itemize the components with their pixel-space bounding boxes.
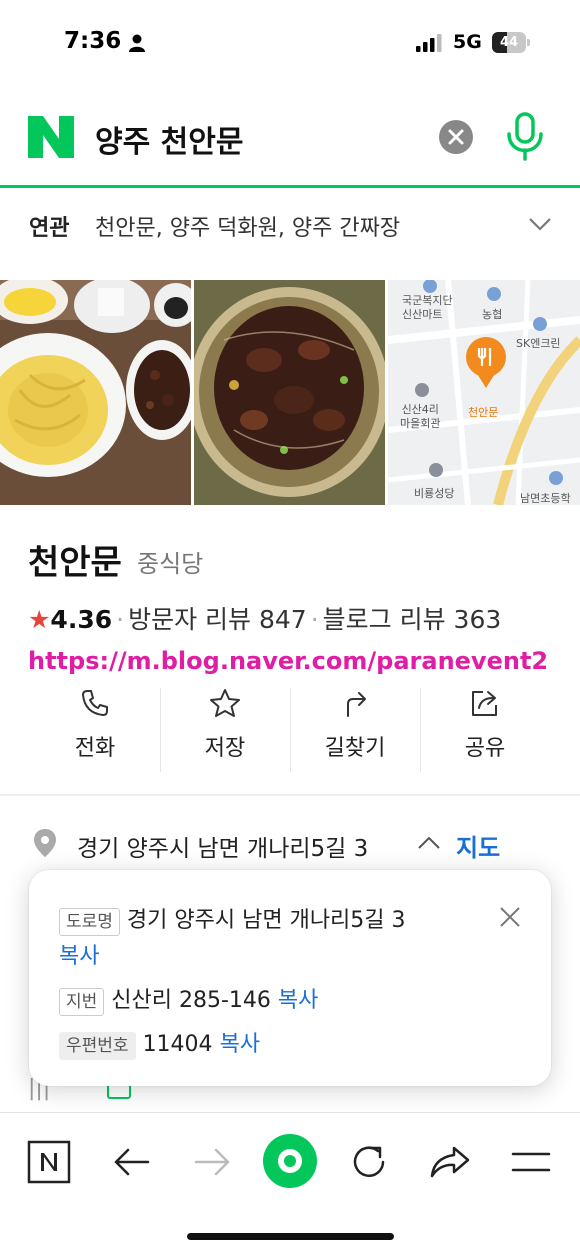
chevron-down-icon[interactable] — [528, 214, 552, 234]
map-label: 마을회관 — [400, 417, 441, 430]
save-button[interactable]: 저장 — [160, 688, 290, 774]
action-label: 저장 — [204, 736, 246, 761]
rating-stats: ★4.36 · 방문자 리뷰 847 · 블로그 리뷰 363 — [28, 605, 502, 634]
share-button[interactable]: 공유 — [420, 688, 550, 774]
close-icon — [448, 129, 464, 145]
map-label: 비룡성당 — [414, 487, 455, 500]
microphone-icon[interactable] — [505, 112, 545, 162]
signal-icon — [416, 34, 442, 52]
naver-logo-icon[interactable] — [28, 116, 74, 158]
star-icon: ★ — [28, 605, 51, 634]
person-icon — [129, 34, 145, 52]
search-input[interactable]: 양주 천안문 — [95, 117, 243, 161]
jibun-tag: 지번 — [59, 988, 105, 1016]
battery-icon: 44 — [492, 32, 530, 53]
road-address-tag: 도로명 — [59, 908, 120, 936]
copy-jibun-button[interactable]: 복사 — [278, 988, 318, 1013]
rating-value: 4.36 — [50, 605, 113, 634]
road-address: 경기 양주시 남면 개나리5길 3 — [126, 908, 406, 933]
map-label: 천안문 — [468, 406, 499, 419]
food-photo-noodles[interactable] — [0, 280, 191, 505]
map-label: 남면초등학 — [520, 492, 571, 505]
blog-reviews-link[interactable]: 블로그 리뷰 363 — [323, 605, 502, 634]
directions-icon — [347, 692, 366, 717]
section-divider — [0, 794, 580, 796]
star-outline-icon — [210, 689, 240, 717]
forward-arrow-icon[interactable] — [190, 1140, 234, 1184]
map-link[interactable]: 지도 — [456, 828, 500, 863]
visitor-reviews-link[interactable]: 방문자 리뷰 847 — [128, 605, 307, 634]
zip-tag: 우편번호 — [59, 1032, 136, 1060]
green-dot-button[interactable] — [263, 1134, 317, 1188]
location-pin-icon — [34, 829, 56, 857]
close-icon[interactable] — [499, 906, 521, 928]
related-label: 연관 — [29, 216, 70, 241]
clear-search-button[interactable] — [439, 120, 473, 154]
status-time: 7:36 — [64, 28, 122, 54]
action-label: 공유 — [464, 736, 506, 761]
map-label: 신산4리 — [401, 403, 439, 416]
copy-zip-button[interactable]: 복사 — [220, 1032, 260, 1057]
refresh-icon[interactable] — [347, 1140, 391, 1184]
share-arrow-icon[interactable] — [428, 1140, 472, 1184]
network-label: 5G — [453, 31, 482, 53]
phone-icon — [82, 690, 108, 716]
location-map[interactable]: 국군복지단 신산마트 농협 SK엔크린 신산4리 마을회관 천안문 비룡성당 남… — [388, 280, 580, 505]
chevron-up-icon[interactable] — [417, 835, 441, 851]
home-indicator — [187, 1233, 394, 1240]
blog-link[interactable]: https://m.blog.naver.com/paranevent2 — [28, 647, 548, 675]
map-label: SK엔크린 — [516, 337, 561, 350]
zip-code: 11404 — [142, 1032, 213, 1057]
call-button[interactable]: 전화 — [30, 688, 160, 774]
back-arrow-icon[interactable] — [110, 1140, 154, 1184]
search-underline — [0, 185, 580, 188]
address-text[interactable]: 경기 양주시 남면 개나리5길 3 — [77, 829, 368, 863]
map-label: 농협 — [482, 308, 503, 321]
copy-road-address-button[interactable]: 복사 — [59, 944, 99, 969]
menu-icon[interactable] — [509, 1140, 553, 1184]
map-label: 신산마트 — [402, 308, 443, 321]
action-label: 전화 — [74, 736, 116, 761]
address-popup: 도로명 경기 양주시 남면 개나리5길 3 복사 지번 신산리 285-146 … — [29, 870, 551, 1086]
map-label: 국군복지단 — [402, 294, 453, 307]
jibun-address: 신산리 285-146 — [111, 988, 271, 1013]
related-searches[interactable]: 천안문, 양주 덕화원, 양주 간짜장 — [95, 210, 400, 242]
action-label: 길찾기 — [324, 736, 386, 761]
share-icon — [472, 691, 497, 716]
food-photo-jjajang[interactable] — [194, 280, 385, 505]
battery-level: 44 — [499, 35, 519, 50]
place-name: 천안문 — [28, 543, 122, 583]
naver-home-icon[interactable] — [27, 1140, 71, 1184]
place-category: 중식당 — [137, 550, 204, 578]
directions-button[interactable]: 길찾기 — [290, 688, 420, 774]
